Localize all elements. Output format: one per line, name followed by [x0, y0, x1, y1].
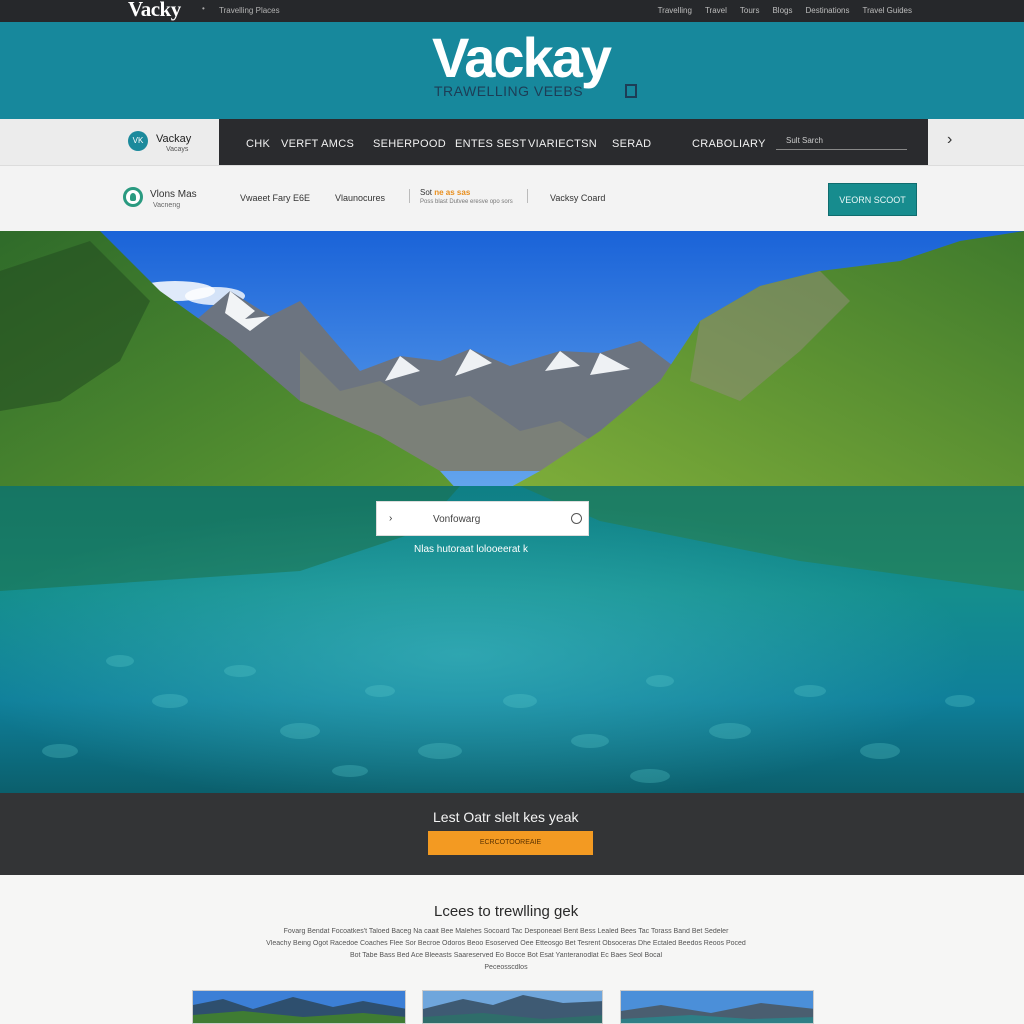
- top-link[interactable]: Destinations: [805, 6, 849, 15]
- promo-button[interactable]: ECRCOTOOREAIE: [428, 831, 593, 855]
- top-separator: •: [202, 4, 205, 13]
- intro-section: Lcees to trewlling gek Fovarg Bendat Foc…: [0, 875, 1024, 1024]
- top-tagline: Travelling Places: [219, 6, 280, 15]
- hero-caption: Nlas hutoraat lolooeerat k: [414, 544, 528, 555]
- thumbnail-image: [193, 991, 405, 1023]
- top-link[interactable]: Travel: [705, 6, 727, 15]
- nav-item[interactable]: CRABOLIARY: [692, 138, 766, 150]
- search-caret-icon: ›: [389, 513, 393, 524]
- nav-item[interactable]: ENTES SEST: [455, 138, 526, 150]
- sub-highlight-text: ne as sas: [434, 188, 471, 197]
- nav-brand-sub: Vacays: [166, 146, 189, 153]
- sub-highlight[interactable]: Sot ne as sas: [420, 188, 470, 197]
- hero-search-box[interactable]: ›: [376, 501, 589, 536]
- top-link[interactable]: Travelling: [658, 6, 692, 15]
- sub-link[interactable]: Vacksy Coard: [550, 193, 605, 203]
- hero-search-input[interactable]: [433, 514, 563, 525]
- nav-item[interactable]: VIARIECTSN: [528, 138, 597, 150]
- destination-thumbnail[interactable]: [422, 990, 603, 1024]
- nav-item[interactable]: CHK: [246, 138, 270, 150]
- main-navbar: CHK VERFT AMCS SEHERPOOD ENTES SEST VIAR…: [219, 119, 928, 165]
- section-text: Vleachy Being Ogot Racedoe Coaches Flee …: [266, 940, 746, 947]
- nav-search-input[interactable]: Sult Sarch: [776, 136, 907, 150]
- cta-button[interactable]: VEORN SCOOT: [828, 183, 917, 216]
- banner-logo[interactable]: Vackay: [432, 28, 612, 88]
- banner-subtitle: TRAWELLING VEEBS: [434, 83, 584, 99]
- section-text: Bot Tabe Bass Bed Ace Bleeasts Saareserv…: [349, 952, 663, 959]
- sub-link[interactable]: Vlaunocures: [335, 193, 385, 203]
- top-logo[interactable]: Vacky: [128, 0, 181, 22]
- section-title: Lcees to trewlling gek: [434, 903, 579, 920]
- thumbnail-image: [621, 991, 813, 1023]
- thumbnail-image: [423, 991, 602, 1023]
- location-pin-icon: [123, 187, 143, 207]
- promo-band: Lest Oatr slelt kes yeak ECRCOTOOREAIE: [0, 793, 1024, 875]
- destination-thumbnail[interactable]: [192, 990, 406, 1024]
- nav-item[interactable]: SEHERPOOD: [373, 138, 446, 150]
- top-links: Travelling Travel Tours Blogs Destinatio…: [658, 6, 912, 15]
- brand-banner: Vackay TRAWELLING VEEBS: [0, 22, 1024, 119]
- hero-image: › Nlas hutoraat lolooeerat k: [0, 231, 1024, 793]
- top-bar: Vacky • Travelling Places Travelling Tra…: [0, 0, 1024, 22]
- top-link[interactable]: Tours: [740, 6, 760, 15]
- search-icon[interactable]: [571, 513, 582, 524]
- nav-brand[interactable]: Vackay: [156, 133, 191, 145]
- sub-link[interactable]: Vwaeet Fary E6E: [240, 193, 310, 203]
- sub-divider: [527, 189, 528, 203]
- section-text: Peceosscdlos: [484, 964, 528, 971]
- promo-title: Lest Oatr slelt kes yeak: [433, 809, 579, 825]
- sub-brand-sub: Vacneng: [153, 202, 181, 209]
- sub-highlight-prefix: Sot: [420, 188, 435, 197]
- nav-item[interactable]: SERAD: [612, 138, 651, 150]
- nav-next-arrow-icon[interactable]: ›: [947, 131, 952, 149]
- sub-divider: [409, 189, 410, 203]
- sub-highlight-small: Poss blast Dutvee eresve opo sors: [420, 199, 513, 205]
- banner-square-icon: [625, 84, 637, 98]
- top-link[interactable]: Blogs: [772, 6, 792, 15]
- nav-logo-badge[interactable]: VK: [128, 131, 148, 151]
- nav-item[interactable]: VERFT AMCS: [281, 138, 354, 150]
- top-link[interactable]: Travel Guides: [863, 6, 913, 15]
- section-text: Fovarg Bendat Focoatkes't Taloed Baceg N…: [283, 928, 729, 935]
- sub-brand[interactable]: Vlons Mas: [150, 189, 197, 200]
- destination-thumbnail[interactable]: [620, 990, 814, 1024]
